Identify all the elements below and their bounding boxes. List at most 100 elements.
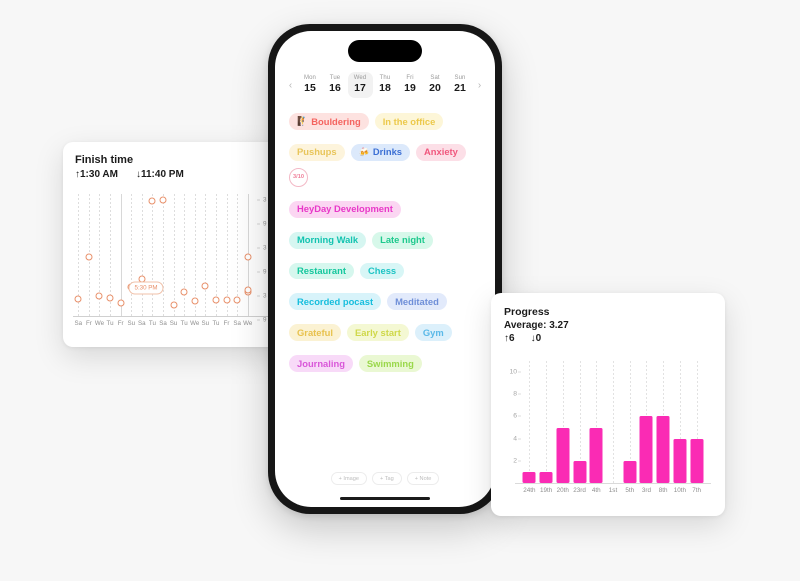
progress-bar: [623, 460, 637, 483]
tag-emoji-icon: 🍻: [358, 146, 370, 157]
finish-time-x-label: Sa: [138, 320, 146, 327]
finish-time-y-tick: [257, 247, 260, 249]
finish-time-y-tick: [257, 295, 260, 297]
phone-screen: ‹ Mon 15 Tue 16 Wed 17 Thu 18 Fri 19 Sat 20 Sun 21 › …: [275, 31, 495, 507]
finish-time-point: [95, 292, 103, 300]
finish-time-x-label: Su: [169, 320, 178, 327]
tag-grateful[interactable]: Grateful: [289, 324, 341, 342]
progress-y-label: 2: [513, 457, 517, 465]
finish-time-latest: ↓11:40 PM: [135, 169, 184, 180]
finish-time-x-label: We: [190, 320, 200, 327]
tag-journaling[interactable]: Journaling: [289, 355, 353, 372]
tag-label: Swimming: [366, 357, 414, 369]
finish-time-gridline: [184, 194, 186, 316]
calendar-day-16[interactable]: Tue 16: [323, 72, 348, 98]
calendar-day-21[interactable]: Sun 21: [448, 72, 473, 98]
finish-time-x-label: Fr: [85, 320, 92, 327]
tag-emoji-icon: 🧗: [297, 115, 309, 126]
screenshot-root: Finish time ↑1:30 AM ↓11:40 PM 5:30 PM 3…: [0, 0, 800, 581]
calendar-day-18[interactable]: Thu 18: [373, 72, 398, 98]
finish-time-x-label: We: [94, 320, 105, 327]
finish-time-point: [244, 253, 252, 261]
add-button-note[interactable]: + Note: [406, 472, 440, 485]
finish-time-point: [106, 294, 114, 302]
progress-bar: [539, 471, 553, 483]
tag-restaurant[interactable]: Restaurant: [289, 262, 354, 280]
calendar-day-number: 17: [354, 82, 366, 94]
tag-gym[interactable]: Gym: [414, 324, 452, 342]
finish-time-x-axis-line: [73, 316, 289, 317]
chevron-right-icon[interactable]: ›: [473, 80, 487, 91]
add-button-tag[interactable]: + Tag: [371, 472, 402, 485]
finish-time-point: [191, 297, 199, 305]
tag-label: HeyDay Development: [297, 203, 393, 215]
progress-count-up: ↑6: [504, 333, 515, 344]
tag-drinks[interactable]: 🍻 Drinks: [350, 143, 410, 161]
phone-mockup: ‹ Mon 15 Tue 16 Wed 17 Thu 18 Fri 19 Sat 20 Sun 21 › …: [268, 24, 502, 514]
progress-x-label: 19th: [539, 487, 553, 494]
tag-label: Morning Walk: [297, 234, 359, 246]
tag-morning-walk[interactable]: Morning Walk: [289, 231, 367, 249]
progress-y-label: 10: [509, 368, 517, 376]
tag-score-badge[interactable]: 3/10: [289, 167, 308, 187]
tag-label: Meditated: [395, 295, 439, 307]
finish-time-x-label: Fr: [117, 320, 124, 327]
finish-time-gridline: [163, 194, 164, 316]
finish-time-x-label: Sa: [159, 320, 167, 327]
tag-bouldering[interactable]: 🧗 Bouldering: [289, 113, 369, 130]
calendar-day-19[interactable]: Fri 19: [398, 72, 423, 98]
progress-count-down: ↓0: [530, 333, 542, 344]
chevron-left-icon[interactable]: ‹: [284, 80, 298, 91]
finish-time-y-tick: [257, 271, 260, 273]
finish-time-x-label: We: [243, 320, 253, 327]
progress-bar-plot: [521, 361, 705, 483]
finish-time-point: [170, 301, 178, 309]
finish-time-x-label: Tu: [180, 320, 188, 327]
finish-time-stats: ↑1:30 AM ↓11:40 PM: [75, 169, 287, 180]
calendar-day-20[interactable]: Sat 20: [423, 72, 448, 98]
tag-in-the-office[interactable]: In the office: [374, 113, 444, 130]
progress-x-label: 10th: [673, 487, 687, 494]
tag-chess[interactable]: Chess: [359, 262, 405, 280]
tag-late-night[interactable]: Late night: [372, 231, 433, 249]
progress-y-label: 4: [513, 435, 517, 443]
finish-time-gridline: [141, 194, 143, 316]
progress-gridline: [613, 361, 614, 483]
calendar-day-17[interactable]: Wed 17: [347, 72, 373, 98]
tag-swimming[interactable]: Swimming: [358, 355, 422, 372]
tag-early-start[interactable]: Early start: [346, 324, 409, 342]
finish-time-gridline: [120, 194, 122, 316]
finish-time-earliest: ↑1:30 AM: [75, 169, 118, 180]
tag-heyday-development[interactable]: HeyDay Development: [289, 200, 401, 218]
finish-time-x-label: Su: [127, 320, 136, 327]
tag-label: Drinks: [372, 146, 402, 158]
progress-bar: [573, 460, 587, 483]
finish-time-tooltip: 5:30 PM: [128, 281, 164, 295]
calendar-day-name: Wed: [353, 75, 367, 81]
finish-time-gridline: [205, 194, 207, 316]
finish-time-gridline: [173, 194, 175, 316]
progress-gridline: [529, 361, 531, 483]
dynamic-island: [348, 40, 422, 62]
progress-x-label: 4th: [591, 487, 601, 494]
calendar-day-number: 20: [429, 82, 441, 94]
calendar-day-15[interactable]: Mon 15: [298, 72, 323, 98]
tag-recorded-pocast[interactable]: Recorded pocast: [289, 293, 382, 311]
tag-label: Gym: [422, 326, 444, 338]
tag-label: Restaurant: [297, 265, 346, 276]
progress-x-axis-line: [515, 483, 711, 484]
tag-pushups[interactable]: Pushups: [289, 143, 345, 161]
tag-meditated[interactable]: Meditated: [387, 293, 447, 311]
finish-time-x-label: Tu: [212, 320, 220, 327]
calendar-day-name: Tue: [329, 75, 341, 81]
finish-time-point: [159, 196, 167, 204]
tag-anxiety[interactable]: Anxiety: [416, 143, 466, 161]
progress-title: Progress: [504, 306, 550, 318]
finish-time-gridline: [152, 194, 154, 316]
add-button-image[interactable]: + Image: [330, 472, 367, 485]
finish-time-scatter-plot: 5:30 PM: [73, 194, 253, 316]
progress-x-label: 1st: [608, 487, 618, 494]
calendar-day-number: 21: [454, 82, 466, 94]
tag-label: Chess: [367, 265, 397, 276]
calendar-day-number: 18: [379, 82, 391, 94]
